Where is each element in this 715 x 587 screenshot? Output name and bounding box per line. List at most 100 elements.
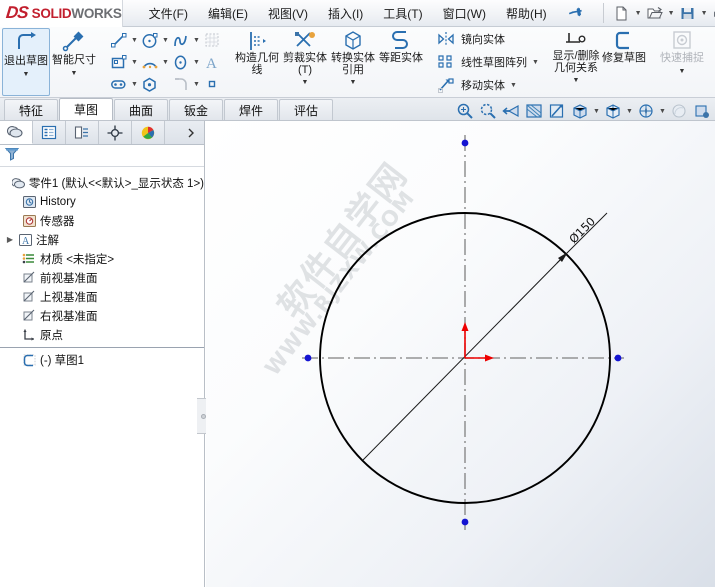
tree-rollback-bar[interactable] xyxy=(0,347,204,348)
convert-entities-caret[interactable]: ▼ xyxy=(350,77,357,89)
trim-entities-caret[interactable]: ▼ xyxy=(302,77,309,89)
quick-snaps-button[interactable]: 快速捕捉 ▼ xyxy=(658,28,706,96)
display-style-icon[interactable] xyxy=(569,101,591,122)
mirror-entities-button[interactable]: 镜向实体 xyxy=(435,29,542,50)
arc-icon[interactable] xyxy=(139,52,161,73)
line-caret[interactable]: ▼ xyxy=(130,37,139,44)
feature-manager-panel: 零件1 (默认<<默认>_显示状态 1>) History 传感器 ▶ A 注解… xyxy=(0,121,205,587)
smart-dimension-caret[interactable]: ▼ xyxy=(71,68,78,80)
quick-snaps-caret[interactable]: ▼ xyxy=(679,66,686,78)
display-relations-caret[interactable]: ▼ xyxy=(573,75,580,87)
endpoint-right[interactable] xyxy=(614,354,622,362)
new-document-caret[interactable]: ▼ xyxy=(634,10,643,17)
property-manager-tab[interactable] xyxy=(33,121,66,144)
menu-file[interactable]: 文件(F) xyxy=(139,1,198,26)
tab-features[interactable]: 特征 xyxy=(4,99,58,120)
polygon-icon[interactable] xyxy=(139,74,161,95)
tab-surfaces[interactable]: 曲面 xyxy=(114,99,168,120)
filter-funnel-icon[interactable] xyxy=(4,146,20,165)
convert-entities-button[interactable]: 转换实体引用 ▼ xyxy=(329,28,377,96)
zoom-fit-icon[interactable] xyxy=(454,101,476,122)
tree-item-sensors[interactable]: 传感器 xyxy=(0,211,204,230)
endpoint-left[interactable] xyxy=(304,354,312,362)
slot-caret[interactable]: ▼ xyxy=(130,81,139,88)
rectangle-caret[interactable]: ▼ xyxy=(130,59,139,66)
endpoint-bottom[interactable] xyxy=(461,518,469,526)
menu-edit[interactable]: 编辑(E) xyxy=(198,1,258,26)
ellipse-icon[interactable] xyxy=(170,52,192,73)
open-document-button[interactable] xyxy=(644,2,666,24)
save-button[interactable] xyxy=(677,2,699,24)
smart-dimension-button[interactable]: 智能尺寸 ▼ xyxy=(50,28,98,96)
tree-item-material[interactable]: 材质 <未指定> xyxy=(0,249,204,268)
annotations-expander[interactable]: ▶ xyxy=(4,235,16,244)
appearance-sphere-icon[interactable] xyxy=(635,101,657,122)
menu-help[interactable]: 帮助(H) xyxy=(496,1,557,26)
sketch-fillet-icon[interactable] xyxy=(170,74,192,95)
diameter-dimension[interactable]: Ø150 xyxy=(566,214,598,246)
new-document-button[interactable] xyxy=(611,2,633,24)
display-delete-relations-button[interactable]: 显示/删除几何关系 ▼ xyxy=(552,28,600,96)
tree-item-part[interactable]: 零件1 (默认<<默认>_显示状态 1>) xyxy=(0,173,204,192)
panel-tabs-more-button[interactable] xyxy=(165,121,204,144)
menu-window[interactable]: 窗口(W) xyxy=(433,1,496,26)
endpoint-top[interactable] xyxy=(461,139,469,147)
dimxpert-manager-tab[interactable] xyxy=(99,121,132,144)
graphics-area[interactable]: 软件自学网 WWW.RJZXW.COM Ø150 xyxy=(206,121,715,587)
exit-sketch-caret[interactable]: ▼ xyxy=(23,69,30,81)
save-caret[interactable]: ▼ xyxy=(700,10,709,17)
configuration-manager-tab[interactable] xyxy=(66,121,99,144)
tab-evaluate[interactable]: 评估 xyxy=(279,99,333,120)
open-document-caret[interactable]: ▼ xyxy=(667,10,676,17)
text-a-icon[interactable]: A xyxy=(201,52,223,73)
tab-weldments[interactable]: 焊件 xyxy=(224,99,278,120)
slot-icon[interactable] xyxy=(108,74,130,95)
menu-insert[interactable]: 插入(I) xyxy=(318,1,373,26)
spline-caret[interactable]: ▼ xyxy=(192,37,201,44)
print-button[interactable] xyxy=(710,2,715,24)
tree-item-right-plane[interactable]: 右视基准面 xyxy=(0,306,204,325)
linear-pattern-caret[interactable]: ▼ xyxy=(531,59,540,66)
scene-icon[interactable] xyxy=(668,101,690,122)
move-entities-button[interactable]: 移动实体 ▼ xyxy=(435,75,542,96)
tab-sketch[interactable]: 草图 xyxy=(59,98,113,120)
menu-tools[interactable]: 工具(T) xyxy=(373,1,432,26)
previous-view-icon[interactable] xyxy=(500,101,522,122)
tab-sheetmetal[interactable]: 钣金 xyxy=(169,99,223,120)
exit-sketch-button[interactable]: 退出草图 ▼ xyxy=(2,28,50,96)
view-orientation-icon[interactable] xyxy=(546,101,568,122)
menu-view[interactable]: 视图(V) xyxy=(258,1,318,26)
trim-entities-button[interactable]: 剪裁实体(T) ▼ xyxy=(281,28,329,96)
tree-item-front-plane[interactable]: 前视基准面 xyxy=(0,268,204,287)
tree-item-annotations[interactable]: ▶ A 注解 xyxy=(0,230,204,249)
section-view-icon[interactable] xyxy=(523,101,545,122)
appearance-caret[interactable]: ▼ xyxy=(658,108,667,115)
tree-item-history[interactable]: History xyxy=(0,192,204,211)
ellipse-caret[interactable]: ▼ xyxy=(192,59,201,66)
line-icon[interactable] xyxy=(108,30,130,51)
display-manager-tab[interactable] xyxy=(132,121,165,144)
offset-entities-button[interactable]: 等距实体 xyxy=(377,28,425,96)
circle-caret[interactable]: ▼ xyxy=(161,37,170,44)
rectangle-icon[interactable] xyxy=(108,52,130,73)
zoom-area-icon[interactable] xyxy=(477,101,499,122)
view-settings-icon[interactable] xyxy=(691,101,713,122)
tree-item-top-plane[interactable]: 上视基准面 xyxy=(0,287,204,306)
sketch-canvas[interactable]: Ø150 xyxy=(206,121,715,587)
tree-item-origin[interactable]: 原点 xyxy=(0,325,204,344)
point-icon[interactable] xyxy=(201,74,223,95)
feature-manager-tab[interactable] xyxy=(0,121,33,144)
fillet-caret[interactable]: ▼ xyxy=(192,81,201,88)
hide-show-caret[interactable]: ▼ xyxy=(625,108,634,115)
display-style-caret[interactable]: ▼ xyxy=(592,108,601,115)
arc-caret[interactable]: ▼ xyxy=(161,59,170,66)
pushpin-icon[interactable] xyxy=(565,2,586,24)
hide-show-icon[interactable] xyxy=(602,101,624,122)
tree-item-sketch1[interactable]: (-) 草图1 xyxy=(0,350,204,369)
spline-icon[interactable] xyxy=(170,30,192,51)
repair-sketch-button[interactable]: 修复草图 xyxy=(600,28,648,96)
move-entities-caret[interactable]: ▼ xyxy=(509,82,518,89)
linear-sketch-pattern-button[interactable]: 线性草图阵列 ▼ xyxy=(435,52,542,73)
circle-icon[interactable] xyxy=(139,30,161,51)
construction-geometry-button[interactable]: 构造几何线 xyxy=(233,28,281,96)
